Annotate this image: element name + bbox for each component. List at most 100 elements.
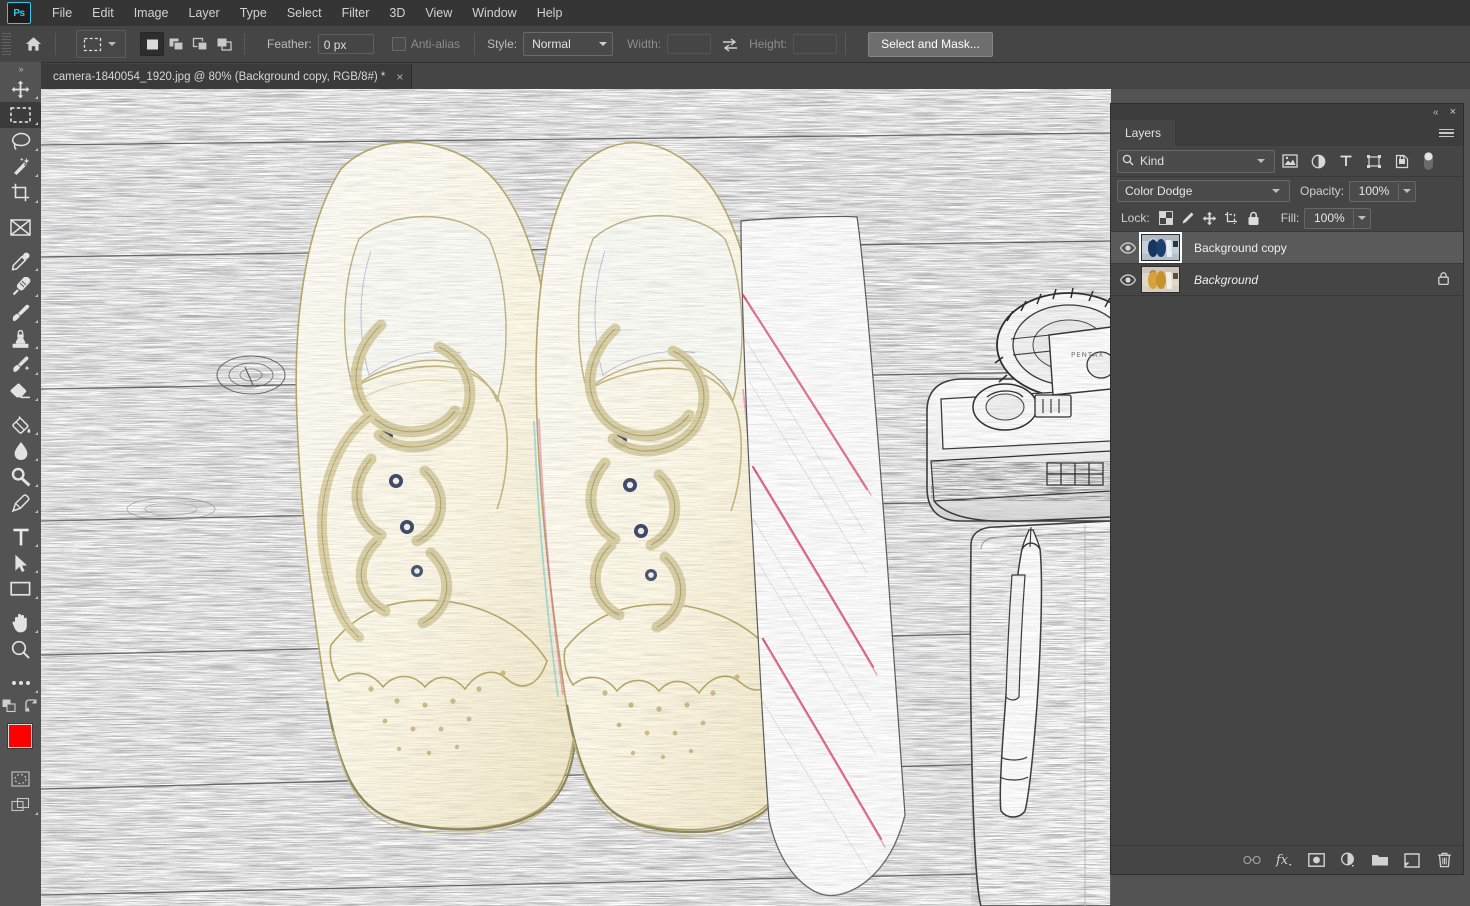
- path-selection-tool[interactable]: [0, 550, 41, 576]
- eraser-tool[interactable]: [0, 378, 41, 404]
- dodge-tool[interactable]: [0, 464, 41, 490]
- close-panel-icon[interactable]: ×: [1450, 107, 1456, 118]
- opacity-stepper[interactable]: [1398, 183, 1415, 200]
- menu-help[interactable]: Help: [527, 3, 573, 23]
- eyedropper-tool[interactable]: [0, 248, 41, 274]
- menu-edit[interactable]: Edit: [82, 3, 124, 23]
- panel-menu-icon[interactable]: [1439, 120, 1463, 146]
- filter-type-layers-button[interactable]: [1333, 150, 1359, 172]
- screen-mode-icon[interactable]: [0, 792, 41, 818]
- filter-kind-select[interactable]: Kind: [1117, 150, 1275, 173]
- add-layer-mask-button[interactable]: [1307, 851, 1325, 869]
- foreground-color-swatch[interactable]: [8, 724, 32, 748]
- path-arrow-icon: [14, 554, 28, 573]
- zoom-tool[interactable]: [0, 636, 41, 662]
- style-select[interactable]: Normal: [523, 32, 613, 56]
- flyout-triangle-icon: [35, 320, 38, 323]
- lock-position-button[interactable]: [1199, 208, 1221, 228]
- tab-layers[interactable]: Layers: [1111, 120, 1175, 146]
- blur-tool[interactable]: [0, 438, 41, 464]
- height-input[interactable]: [793, 34, 837, 54]
- filter-adjustment-layers-button[interactable]: [1305, 150, 1331, 172]
- filter-enable-toggle[interactable]: [1422, 151, 1435, 171]
- delete-layer-button[interactable]: [1435, 851, 1453, 869]
- select-and-mask-button[interactable]: Select and Mask...: [868, 32, 993, 57]
- rectangle-tool[interactable]: [0, 576, 41, 602]
- edit-toolbar-tool[interactable]: [0, 670, 41, 696]
- tool-preset-picker[interactable]: [76, 30, 126, 58]
- rectangular-marquee-tool[interactable]: [0, 102, 41, 128]
- options-bar-grip[interactable]: [2, 33, 11, 55]
- layer-thumbnail[interactable]: [1141, 234, 1180, 261]
- pen-tool[interactable]: [0, 490, 41, 516]
- lock-artboard-nesting-button[interactable]: [1221, 208, 1243, 228]
- fill-field[interactable]: 100%: [1304, 208, 1371, 229]
- options-divider-2: [244, 33, 245, 55]
- hand-tool[interactable]: [0, 610, 41, 636]
- anti-alias-checkbox[interactable]: Anti-alias: [392, 37, 466, 51]
- move-tool[interactable]: [0, 76, 41, 102]
- filter-smart-objects-button[interactable]: [1389, 150, 1415, 172]
- layer-name: Background: [1194, 273, 1258, 287]
- document-tab[interactable]: camera-1840054_1920.jpg @ 80% (Backgroun…: [41, 64, 412, 89]
- gradient-tool[interactable]: [0, 412, 41, 438]
- menu-3d[interactable]: 3D: [379, 3, 415, 23]
- swap-colors-icon[interactable]: [25, 699, 39, 716]
- menu-type[interactable]: Type: [230, 3, 277, 23]
- quick-selection-tool[interactable]: [0, 154, 41, 180]
- menu-view[interactable]: View: [415, 3, 462, 23]
- swap-width-height-icon[interactable]: [719, 33, 741, 55]
- eyedropper-icon: [11, 252, 30, 271]
- feather-input[interactable]: 0 px: [318, 34, 374, 54]
- home-icon[interactable]: [19, 30, 47, 58]
- fill-stepper[interactable]: [1353, 210, 1370, 227]
- add-to-selection-button[interactable]: [164, 32, 188, 56]
- lock-transparent-pixels-button[interactable]: [1155, 208, 1177, 228]
- new-adjustment-layer-button[interactable]: [1339, 851, 1357, 869]
- layer-style-button[interactable]: fx: [1275, 851, 1293, 869]
- quick-mask-icon[interactable]: [0, 766, 41, 792]
- layer-row[interactable]: Background copy: [1111, 232, 1463, 264]
- flyout-triangle-icon: [35, 174, 38, 177]
- default-colors-icon[interactable]: [2, 699, 17, 716]
- menu-file[interactable]: File: [42, 3, 82, 23]
- layer-visibility-eye-icon[interactable]: [1115, 274, 1141, 286]
- clone-stamp-tool[interactable]: [0, 326, 41, 352]
- document-canvas[interactable]: PENTAX: [41, 89, 1111, 906]
- expand-toolbar-icon[interactable]: »: [0, 62, 41, 76]
- new-layer-button[interactable]: [1403, 851, 1421, 869]
- opacity-field[interactable]: 100%: [1349, 181, 1416, 202]
- lock-all-button[interactable]: [1243, 208, 1265, 228]
- menu-window[interactable]: Window: [462, 3, 526, 23]
- subtract-from-selection-button[interactable]: [188, 32, 212, 56]
- history-brush-tool[interactable]: [0, 352, 41, 378]
- spot-healing-brush-tool[interactable]: [0, 274, 41, 300]
- dodge-icon: [11, 467, 31, 487]
- brush-tool[interactable]: [0, 300, 41, 326]
- new-group-button[interactable]: [1371, 851, 1389, 869]
- filter-shape-layers-button[interactable]: [1361, 150, 1387, 172]
- collapse-panel-icon[interactable]: «: [1433, 107, 1438, 118]
- menu-image[interactable]: Image: [124, 3, 179, 23]
- type-tool[interactable]: [0, 524, 41, 550]
- layer-visibility-eye-icon[interactable]: [1115, 242, 1141, 254]
- intersect-with-selection-button[interactable]: [212, 32, 236, 56]
- layer-thumbnail[interactable]: [1141, 266, 1180, 293]
- new-selection-button[interactable]: [140, 32, 164, 56]
- layer-row[interactable]: Background: [1111, 264, 1463, 296]
- blend-mode-select[interactable]: Color Dodge: [1117, 180, 1290, 202]
- chevron-down-icon: [108, 42, 116, 46]
- menu-layer[interactable]: Layer: [178, 3, 229, 23]
- lasso-tool[interactable]: [0, 128, 41, 154]
- filter-pixel-layers-button[interactable]: [1277, 150, 1303, 172]
- menu-filter[interactable]: Filter: [332, 3, 380, 23]
- close-icon[interactable]: ×: [396, 71, 403, 83]
- flyout-triangle-icon: [35, 122, 38, 125]
- frame-tool[interactable]: [0, 214, 41, 240]
- link-layers-button[interactable]: [1243, 851, 1261, 869]
- width-input[interactable]: [667, 34, 711, 54]
- photoshop-logo: Ps: [7, 2, 31, 24]
- menu-select[interactable]: Select: [277, 3, 332, 23]
- crop-tool[interactable]: [0, 180, 41, 206]
- lock-image-pixels-button[interactable]: [1177, 208, 1199, 228]
